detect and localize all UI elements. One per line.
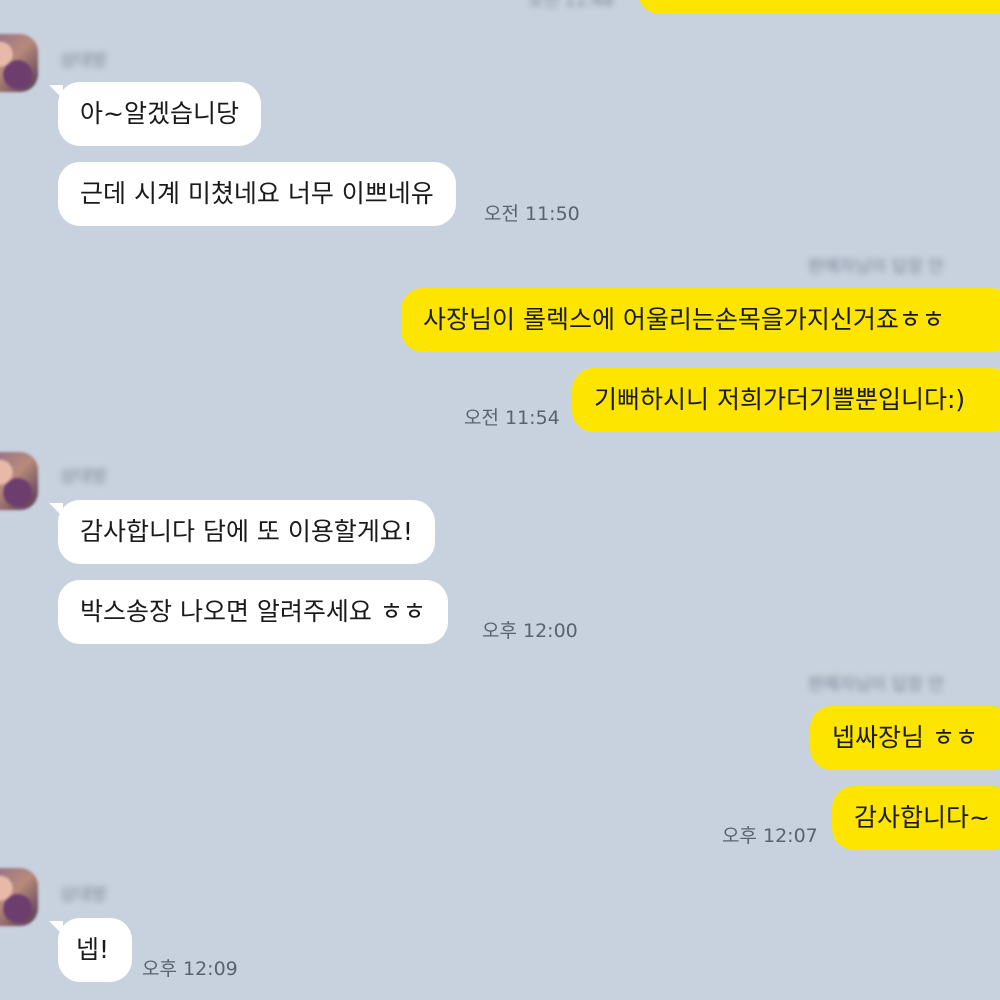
- message-text: 아~알겠습니당: [80, 99, 239, 128]
- message-text: 기뻐하시니 저희가더기쁠뿐입니다:): [594, 385, 966, 414]
- read-status-blurred: 판매자님이 답장 안: [808, 675, 944, 695]
- sender-name-blurred: 상대방: [60, 885, 107, 905]
- timestamp-partial: 오전 11:48: [528, 0, 614, 11]
- message-text: 박스송장 나오면 알려주세요 ㅎㅎ: [80, 597, 426, 626]
- message-timestamp: 오후 12:07: [722, 825, 818, 847]
- message-bubble-incoming[interactable]: 박스송장 나오면 알려주세요 ㅎㅎ: [58, 580, 448, 644]
- message-timestamp: 오후 12:09: [142, 958, 238, 980]
- read-status-blurred: 판매자님이 답장 안: [808, 257, 944, 277]
- message-timestamp: 오후 12:00: [482, 620, 578, 642]
- message-bubble-incoming[interactable]: 넵!: [58, 918, 132, 982]
- message-timestamp: 오전 11:54: [464, 407, 560, 429]
- message-text: 사장님이 롤렉스에 어울리는손목을가지신거죠ㅎㅎ: [423, 305, 945, 334]
- message-bubble-outgoing[interactable]: 감사합니다~: [832, 786, 1000, 850]
- message-text: 넵싸장님 ㅎㅎ: [832, 723, 978, 752]
- message-bubble-incoming[interactable]: 근데 시계 미쳤네요 너무 이쁘네유: [58, 162, 456, 226]
- message-bubble-outgoing[interactable]: 넵싸장님 ㅎㅎ: [810, 706, 1000, 770]
- chat-window: 오전 11:48 상대방 아~알겠습니당 근데 시계 미쳤네요 너무 이쁘네유 …: [0, 0, 1000, 1000]
- message-bubble-outgoing-partial[interactable]: [638, 0, 1000, 14]
- message-bubble-incoming[interactable]: 감사합니다 담에 또 이용할게요!: [58, 500, 435, 564]
- sender-name-blurred: 상대방: [60, 51, 107, 71]
- message-text: 넵!: [76, 935, 110, 964]
- message-bubble-incoming[interactable]: 아~알겠습니당: [58, 82, 261, 146]
- sender-name-blurred: 상대방: [60, 467, 107, 487]
- message-text: 감사합니다 담에 또 이용할게요!: [80, 517, 413, 546]
- sender-avatar[interactable]: [0, 868, 38, 926]
- sender-avatar[interactable]: [0, 34, 38, 92]
- message-timestamp: 오전 11:50: [484, 203, 580, 225]
- message-text: 감사합니다~: [854, 803, 990, 832]
- sender-avatar[interactable]: [0, 452, 38, 510]
- message-text: 근데 시계 미쳤네요 너무 이쁘네유: [80, 179, 434, 208]
- message-bubble-outgoing[interactable]: 기뻐하시니 저희가더기쁠뿐입니다:): [572, 368, 1000, 432]
- message-bubble-outgoing[interactable]: 사장님이 롤렉스에 어울리는손목을가지신거죠ㅎㅎ: [401, 288, 1000, 352]
